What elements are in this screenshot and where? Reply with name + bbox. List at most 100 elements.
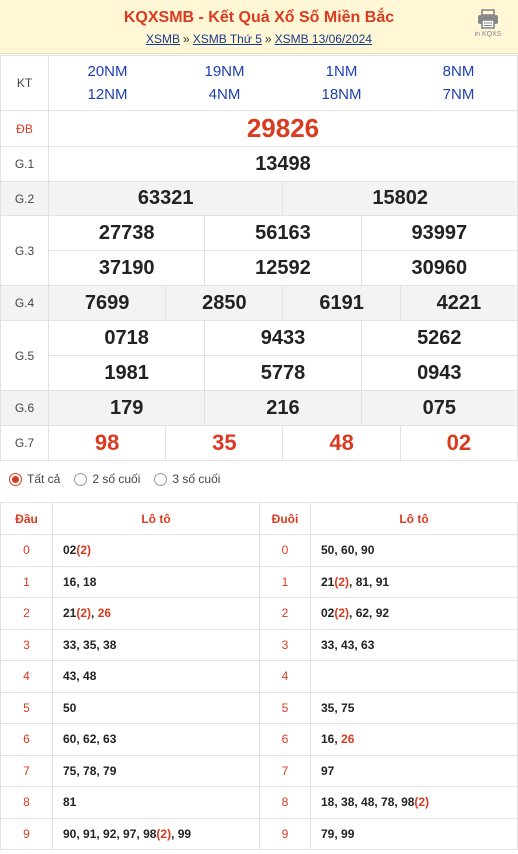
loto-value: 26 bbox=[97, 606, 112, 621]
label-g5: G.5 bbox=[0, 320, 49, 391]
row-g4: G.4 7699 2850 6191 4221 bbox=[0, 285, 518, 321]
option-three-digits[interactable]: 3 số cuối bbox=[154, 472, 220, 486]
loto-head-digit: 6 bbox=[0, 723, 53, 756]
results-table: KT 20NM 19NM 1NM 8NM 12NM 4NM 18NM 7NM Đ… bbox=[0, 55, 518, 461]
kt-code: 1NM bbox=[325, 63, 358, 80]
kt-codes-cell: 20NM 19NM 1NM 8NM 12NM 4NM 18NM 7NM bbox=[48, 55, 518, 111]
option-all-label: Tất cả bbox=[27, 472, 61, 486]
loto-head-digit: 1 bbox=[0, 565, 53, 598]
loto-value: (2) bbox=[76, 543, 92, 558]
digit-filter: Tất cả 2 số cuối 3 số cuối bbox=[0, 462, 518, 496]
prize-g7: 48 bbox=[282, 425, 401, 461]
printer-icon bbox=[478, 9, 498, 29]
loto-row: 8 81 8 18, 38, 48, 78, 98(2) bbox=[0, 786, 518, 819]
loto-head-digit: 8 bbox=[0, 786, 53, 819]
loto-row: 2 21(2), 26 2 02(2), 62, 92 bbox=[0, 597, 518, 630]
loto-head-values: 33, 35, 38 bbox=[52, 628, 260, 661]
header-duoi: Đuôi bbox=[259, 502, 311, 535]
prize-g4: 7699 bbox=[47, 285, 167, 321]
loto-tail-digit: 7 bbox=[259, 754, 311, 787]
loto-tail-digit: 0 bbox=[259, 534, 311, 567]
prize-g2: 15802 bbox=[282, 181, 518, 216]
breadcrumb: XSMB» XSMB Thứ 5» XSMB 13/06/2024 bbox=[0, 32, 518, 46]
kt-code: 18NM bbox=[321, 86, 362, 103]
loto-head-digit: 9 bbox=[0, 817, 53, 850]
row-g6: G.6 179 216 075 bbox=[0, 390, 518, 426]
loto-tail-digit: 6 bbox=[259, 723, 311, 756]
loto-header-row: Đầu Lô tô Đuôi Lô tô bbox=[0, 502, 518, 535]
prize-g3: 37190 bbox=[47, 250, 206, 286]
loto-value: 50 bbox=[63, 700, 77, 715]
loto-value: 21 bbox=[321, 574, 335, 589]
breadcrumb-weekday[interactable]: XSMB Thứ 5 bbox=[193, 32, 262, 46]
breadcrumb-xsmb[interactable]: XSMB bbox=[146, 32, 180, 46]
prize-g4: 6191 bbox=[282, 285, 401, 321]
label-kt: KT bbox=[0, 55, 49, 111]
print-button[interactable]: in KQXS bbox=[470, 9, 506, 47]
row-g2: G.2 63321 15802 bbox=[0, 181, 518, 216]
loto-value: 43, 48 bbox=[63, 669, 97, 684]
loto-head-digit: 5 bbox=[0, 691, 53, 724]
loto-value: (2) bbox=[334, 606, 350, 621]
option-two-digits[interactable]: 2 số cuối bbox=[74, 472, 140, 486]
loto-tail-values: 02(2), 62, 92 bbox=[310, 597, 518, 630]
prize-g7: 98 bbox=[47, 425, 167, 461]
loto-value: 79, 99 bbox=[321, 826, 355, 841]
kt-code: 4NM bbox=[208, 86, 241, 103]
prize-g5: 0718 bbox=[47, 320, 206, 356]
label-db: ĐB bbox=[0, 110, 49, 147]
breadcrumb-date[interactable]: XSMB 13/06/2024 bbox=[275, 32, 372, 46]
prize-g5: 0943 bbox=[360, 355, 518, 391]
header-loto-left: Lô tô bbox=[52, 502, 260, 535]
prize-g2: 63321 bbox=[47, 181, 284, 216]
loto-head-values: 43, 48 bbox=[52, 660, 260, 693]
loto-head-values: 21(2), 26 bbox=[52, 597, 260, 630]
loto-row: 7 75, 78, 79 7 97 bbox=[0, 754, 518, 787]
prize-g5: 5778 bbox=[204, 355, 362, 391]
loto-value: 81 bbox=[63, 795, 77, 810]
kt-code: 12NM bbox=[87, 86, 128, 103]
row-g5a: G.5 0718 9433 5262 bbox=[0, 320, 518, 391]
loto-value: , 81, 91 bbox=[349, 574, 390, 589]
prize-g4: 2850 bbox=[165, 285, 284, 321]
label-g3: G.3 bbox=[0, 215, 49, 286]
loto-tail-digit: 1 bbox=[259, 565, 311, 598]
loto-value: 33, 43, 63 bbox=[321, 637, 375, 652]
loto-tail-values: 50, 60, 90 bbox=[310, 534, 518, 567]
kt-code: 19NM bbox=[204, 63, 245, 80]
option-three-label: 3 số cuối bbox=[172, 472, 221, 486]
label-g6: G.6 bbox=[0, 390, 49, 426]
loto-head-digit: 0 bbox=[0, 534, 53, 567]
loto-head-values: 75, 78, 79 bbox=[52, 754, 260, 787]
loto-tail-values: 18, 38, 48, 78, 98(2) bbox=[310, 786, 518, 819]
label-g2: G.2 bbox=[0, 181, 49, 216]
radio-two-digits[interactable] bbox=[74, 472, 88, 486]
loto-value: 90, 91, 92, 97, 98 bbox=[63, 826, 157, 841]
row-g3b: 37190 12592 30960 bbox=[1, 250, 518, 286]
loto-value: 02 bbox=[63, 543, 77, 558]
loto-value: 02 bbox=[321, 606, 335, 621]
prize-g7: 35 bbox=[165, 425, 284, 461]
row-g5b: 1981 5778 0943 bbox=[1, 355, 518, 391]
breadcrumb-separator: » bbox=[183, 32, 190, 46]
loto-value: , 99 bbox=[171, 826, 192, 841]
kt-code: 8NM bbox=[442, 63, 475, 80]
radio-all[interactable] bbox=[9, 472, 22, 486]
loto-head-values: 81 bbox=[52, 786, 260, 819]
prize-g5: 5262 bbox=[360, 320, 518, 356]
loto-value: 60, 62, 63 bbox=[63, 732, 117, 747]
loto-value: 75, 78, 79 bbox=[63, 763, 117, 778]
loto-head-digit: 3 bbox=[0, 628, 53, 661]
loto-head-digit: 2 bbox=[0, 597, 53, 630]
loto-tail-digit: 8 bbox=[259, 786, 311, 819]
loto-head-digit: 4 bbox=[0, 660, 53, 693]
row-g1: G.1 13498 bbox=[0, 146, 518, 182]
option-all[interactable]: Tất cả bbox=[9, 472, 60, 486]
loto-tail-digit: 9 bbox=[259, 817, 311, 850]
radio-three-digits[interactable] bbox=[154, 472, 168, 486]
loto-value: 33, 35, 38 bbox=[63, 637, 117, 652]
page-header: KQXSMB - Kết Quả Xổ Số Miền Bắc XSMB» XSM… bbox=[0, 0, 518, 54]
prize-g6: 075 bbox=[360, 390, 518, 426]
loto-value: 18, 38, 48, 78, 98 bbox=[321, 795, 415, 810]
loto-head-values: 16, 18 bbox=[52, 565, 260, 598]
